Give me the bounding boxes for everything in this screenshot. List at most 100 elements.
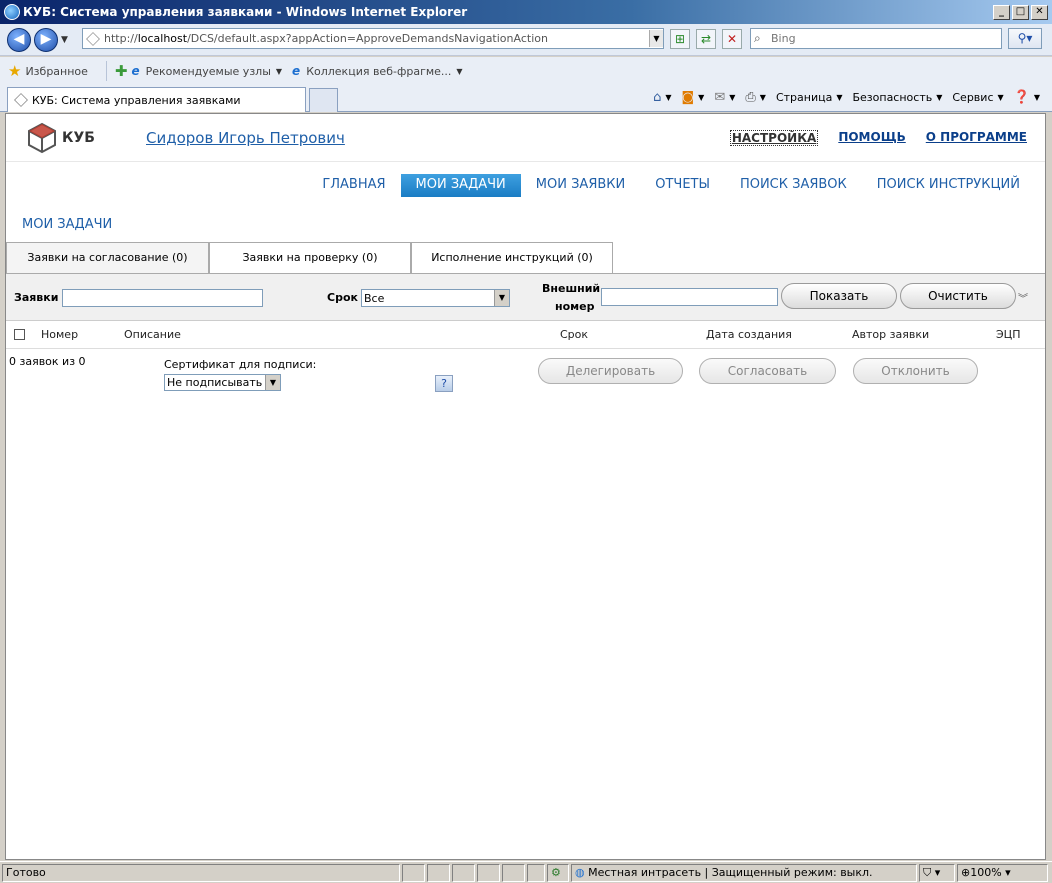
nav-search-demands[interactable]: ПОИСК ЗАЯВОК bbox=[725, 174, 862, 197]
ie-logo-icon bbox=[4, 4, 20, 20]
nav-home[interactable]: ГЛАВНАЯ bbox=[307, 174, 400, 197]
zoom-control[interactable]: ⊕100% ▾ bbox=[957, 864, 1048, 882]
delegate-button[interactable]: Делегировать bbox=[538, 358, 683, 384]
history-dropdown-icon[interactable]: ▼ bbox=[61, 35, 71, 45]
mail-icon[interactable]: ✉ bbox=[714, 90, 725, 105]
status-cell bbox=[477, 864, 500, 882]
main-nav: ГЛАВНАЯ МОИ ЗАДАЧИ МОИ ЗАЯВКИ ОТЧЕТЫ ПОИ… bbox=[307, 174, 1035, 197]
col-term[interactable]: Срок bbox=[560, 328, 588, 341]
bing-icon: ⌕ bbox=[754, 31, 761, 45]
grid-count-text: 0 заявок из 0 bbox=[9, 355, 86, 368]
nav-my-demands[interactable]: МОИ ЗАЯВКИ bbox=[521, 174, 640, 197]
rss-icon[interactable]: ◙ bbox=[682, 90, 695, 105]
clear-button[interactable]: Очистить bbox=[900, 283, 1016, 309]
status-cell bbox=[427, 864, 450, 882]
security-menu[interactable]: Безопасность bbox=[852, 91, 932, 104]
close-button[interactable]: ✕ bbox=[1031, 4, 1048, 20]
search-input[interactable] bbox=[771, 32, 991, 45]
tab-bar: КУБ: Система управления заявками ⌂ ▼ ◙ ▼ ✉… bbox=[0, 85, 1052, 112]
nav-my-tasks[interactable]: МОИ ЗАДАЧИ bbox=[400, 174, 521, 197]
col-description[interactable]: Описание bbox=[124, 328, 181, 341]
col-created-date[interactable]: Дата создания bbox=[706, 328, 792, 341]
address-toolbar: ◀ ▶ ▼ http://localhost/DCS/default.aspx?… bbox=[0, 24, 1052, 56]
search-box[interactable]: ⌕ bbox=[750, 28, 1002, 49]
home-icon[interactable]: ⌂ bbox=[653, 90, 661, 105]
approve-button[interactable]: Согласовать bbox=[699, 358, 836, 384]
security-status-icon[interactable]: ⛉ ▾ bbox=[919, 864, 955, 882]
address-bar[interactable]: http://localhost/DCS/default.aspx?appAct… bbox=[82, 28, 664, 49]
zoom-icon: ⊕ bbox=[961, 866, 971, 879]
status-bar: Готово ⚙ ◍ Местная интрасеть | Защищенны… bbox=[0, 861, 1052, 883]
show-button[interactable]: Показать bbox=[781, 283, 897, 309]
tab-instructions[interactable]: Исполнение инструкций (0) bbox=[411, 242, 613, 274]
help-icon[interactable]: ❓ bbox=[1014, 90, 1030, 105]
status-cell bbox=[402, 864, 425, 882]
window-title-bar: КУБ: Система управления заявками - Windo… bbox=[0, 0, 1052, 24]
about-link[interactable]: О ПРОГРАММЕ bbox=[926, 130, 1027, 146]
tab-review[interactable]: Заявки на проверку (0) bbox=[209, 242, 411, 274]
demands-filter-label: Заявки bbox=[14, 291, 59, 304]
user-name-link[interactable]: Сидоров Игорь Петрович bbox=[146, 129, 345, 147]
logo-text: КУБ bbox=[62, 130, 95, 146]
subtabs: Заявки на согласование (0) Заявки на про… bbox=[6, 242, 1045, 275]
help-link[interactable]: ПОМОЩЬ bbox=[838, 130, 905, 146]
ie-page-icon: e bbox=[292, 64, 301, 78]
nav-reports[interactable]: ОТЧЕТЫ bbox=[640, 174, 725, 197]
search-button[interactable]: ⚲▾ bbox=[1008, 28, 1042, 49]
page-icon bbox=[86, 31, 100, 46]
term-select-value: Все bbox=[364, 291, 385, 305]
select-all-checkbox[interactable] bbox=[14, 329, 25, 340]
compatibility-view-icon[interactable]: ⊞ bbox=[670, 29, 690, 49]
col-signature[interactable]: ЭЦП bbox=[996, 328, 1021, 341]
page-menu[interactable]: Страница bbox=[776, 91, 832, 104]
stop-icon[interactable]: ✕ bbox=[722, 29, 742, 49]
status-cell bbox=[527, 864, 545, 882]
address-dropdown-icon[interactable]: ▼ bbox=[649, 30, 663, 47]
favorites-star-icon: ★ bbox=[8, 62, 22, 80]
status-text: Готово bbox=[2, 864, 400, 882]
zoom-text: 100% bbox=[970, 866, 1002, 879]
cert-label: Сертификат для подписи: bbox=[164, 358, 317, 371]
external-number-label-2: номер bbox=[555, 300, 595, 313]
add-favorite-icon[interactable]: ✚ bbox=[115, 62, 128, 80]
forward-button[interactable]: ▶ bbox=[34, 27, 58, 52]
col-author[interactable]: Автор заявки bbox=[852, 328, 929, 341]
favorites-bar: ★ Избранное ✚ e Рекомендуемые узлы ▼ e Колл… bbox=[0, 57, 1052, 85]
service-menu[interactable]: Сервис bbox=[952, 91, 993, 104]
cert-select[interactable]: Не подписывать ▼ bbox=[164, 374, 281, 391]
command-bar: ⌂ ▼ ◙ ▼ ✉ ▼ ⎙ ▼ Страница ▼ Безопасность ▼ Серв… bbox=[653, 90, 1040, 105]
external-number-input[interactable] bbox=[601, 288, 778, 306]
tab-title: КУБ: Система управления заявками bbox=[32, 93, 241, 107]
zone-status[interactable]: ◍ Местная интрасеть | Защищенный режим: … bbox=[571, 864, 917, 882]
print-icon[interactable]: ⎙ bbox=[745, 90, 755, 105]
filter-panel: Заявки Срок Все ▼ Внешний номер Показать… bbox=[6, 274, 1045, 321]
new-tab-button[interactable] bbox=[309, 88, 338, 112]
nav-search-instructions[interactable]: ПОИСК ИНСТРУКЦИЙ bbox=[862, 174, 1035, 197]
page-title: МОИ ЗАДАЧИ bbox=[22, 217, 113, 232]
grid-header: Номер Описание Срок Дата создания Автор … bbox=[6, 321, 1045, 349]
chevron-down-icon: ▼ bbox=[494, 290, 509, 306]
fav-web-slice-gallery[interactable]: e Коллекция веб-фрагме... ▼ bbox=[292, 64, 463, 78]
chevron-down-icon: ▼ bbox=[265, 375, 280, 390]
fav-suggested-sites[interactable]: e Рекомендуемые узлы ▼ bbox=[132, 64, 283, 78]
term-select[interactable]: Все ▼ bbox=[361, 289, 510, 307]
tab-approval[interactable]: Заявки на согласование (0) bbox=[6, 242, 209, 275]
settings-link[interactable]: НАСТРОЙКА bbox=[729, 130, 819, 146]
term-filter-label: Срок bbox=[327, 291, 358, 304]
minimize-button[interactable]: _ bbox=[993, 4, 1010, 20]
browser-tab[interactable]: КУБ: Система управления заявками bbox=[7, 87, 306, 112]
maximize-button[interactable]: □ bbox=[1012, 4, 1029, 20]
refresh-icon[interactable]: ⇄ bbox=[696, 29, 716, 49]
expand-filters-icon[interactable]: ︾ bbox=[1018, 290, 1028, 305]
zone-text: Местная интрасеть | Защищенный режим: вы… bbox=[588, 866, 873, 879]
demands-filter-input[interactable] bbox=[62, 289, 263, 307]
page-content: КУБ Сидоров Игорь Петрович НАСТРОЙКА ПОМ… bbox=[5, 113, 1046, 860]
protected-mode-icon[interactable]: ⚙ bbox=[547, 864, 569, 882]
reject-button[interactable]: Отклонить bbox=[853, 358, 978, 384]
address-url[interactable]: http://localhost/DCS/default.aspx?appAct… bbox=[104, 32, 649, 45]
col-number[interactable]: Номер bbox=[41, 328, 78, 341]
kub-logo[interactable]: КУБ bbox=[26, 122, 95, 154]
favorites-button[interactable]: Избранное bbox=[25, 65, 87, 78]
back-button[interactable]: ◀ bbox=[7, 27, 31, 52]
cert-help-icon[interactable]: ? bbox=[435, 375, 453, 392]
